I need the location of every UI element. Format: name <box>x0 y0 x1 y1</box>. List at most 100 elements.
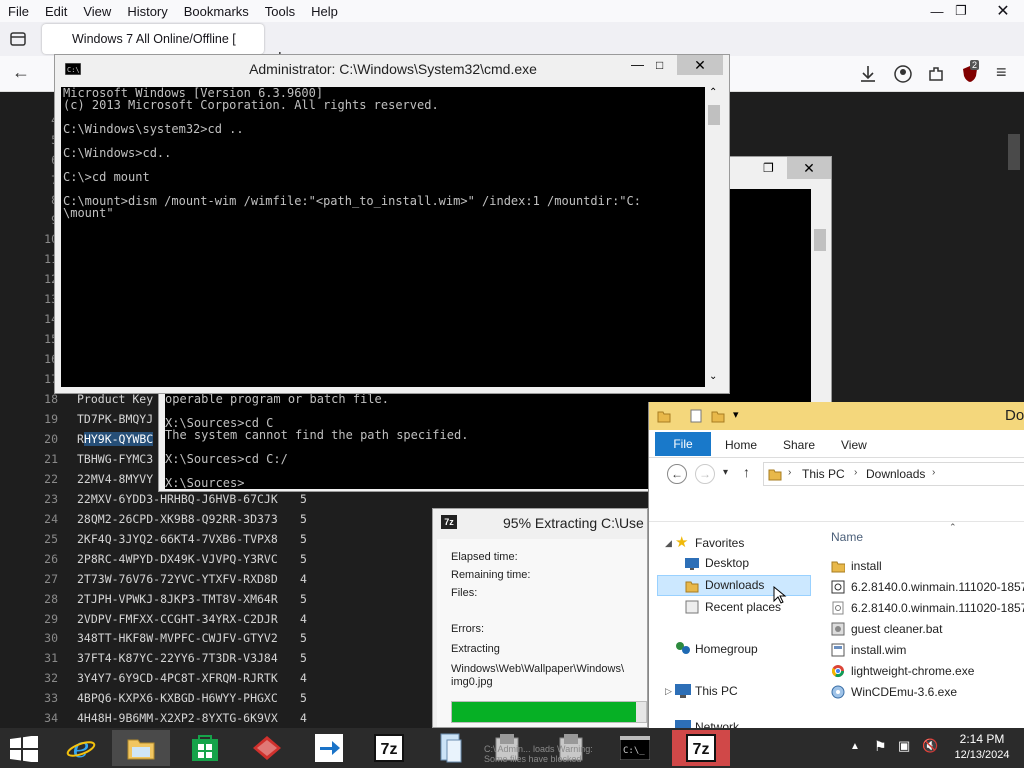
taskbar-cmd-group[interactable]: C:\ Admin... loads Warning: Some files h… <box>484 730 614 766</box>
console-scrollbar[interactable]: ⌃ ⌄ <box>705 87 723 387</box>
computer-icon <box>675 684 691 698</box>
nav-homegroup[interactable]: Homegroup <box>695 642 758 656</box>
console-scrollbar[interactable] <box>811 189 829 389</box>
extensions-icon[interactable] <box>926 64 946 84</box>
breadcrumb-downloads[interactable]: Downloads <box>866 467 925 481</box>
clock-time[interactable]: 2:14 PM <box>948 732 1016 746</box>
activation-count: 5 <box>300 511 307 526</box>
scroll-thumb[interactable] <box>814 229 826 251</box>
recent-locations-icon[interactable]: ▾ <box>723 467 728 478</box>
column-header-name[interactable]: Name <box>831 530 863 544</box>
product-key[interactable]: 37FT4-K87YC-22YY6-7T3DR-V3J84 <box>77 648 278 668</box>
back-arrow-icon[interactable]: ← <box>667 464 687 484</box>
back-arrow-icon[interactable]: ← <box>12 62 30 83</box>
taskbar-7zip-active[interactable]: 7z <box>672 730 730 766</box>
menu-help[interactable]: Help <box>303 4 346 19</box>
menu-edit[interactable]: Edit <box>37 4 75 19</box>
product-key[interactable]: 2KF4Q-3JYQ2-66KT4-7VXB6-TVPX8 <box>77 529 278 549</box>
close-icon[interactable]: ✕ <box>986 0 1020 22</box>
file-row[interactable]: lightweight-chrome.exe <box>829 661 1024 681</box>
ribbon-tab-view[interactable]: View <box>841 438 867 452</box>
file-row[interactable]: WinCDEmu-3.6.exe <box>829 682 1024 702</box>
file-name: lightweight-chrome.exe <box>851 664 975 678</box>
product-key[interactable]: RHY9K-QYWBC <box>77 429 154 449</box>
nav-desktop[interactable]: Desktop <box>705 556 749 570</box>
product-key[interactable]: TBHWG-FYMC3 <box>77 449 153 469</box>
file-row[interactable]: 6.2.8140.0.winmain.111020-1857_ <box>829 577 1024 597</box>
volume-muted-icon[interactable]: 🔇 <box>922 738 938 754</box>
ribbon-tab-share[interactable]: Share <box>783 438 815 452</box>
menu-view[interactable]: View <box>75 4 119 19</box>
product-key[interactable]: 3Y4Y7-6Y9CD-4PC8T-XFRQM-RJRTK <box>77 668 278 688</box>
file-row[interactable]: 6.2.8140.0.winmain.111020-1857_ <box>829 598 1024 618</box>
product-key[interactable]: 22MV4-8MYVY <box>77 469 153 489</box>
address-bar[interactable]: › This PC › Downloads › <box>763 462 1024 486</box>
product-key[interactable]: 4BPQ6-KXPX6-KXBGD-H6WYY-PHGXC <box>77 688 278 708</box>
nav-network[interactable]: Network <box>695 720 739 728</box>
scroll-down-icon[interactable]: ⌄ <box>709 371 717 382</box>
activation-count: 5 <box>300 631 307 646</box>
ribbon-tab-file[interactable]: File <box>655 432 711 456</box>
downloads-icon[interactable] <box>858 64 878 84</box>
taskbar-notepad[interactable] <box>422 730 480 766</box>
list-all-tabs-icon[interactable] <box>9 30 27 48</box>
chevron-down-icon[interactable]: ▾ <box>733 408 739 421</box>
ribbon-tab-home[interactable]: Home <box>725 438 757 452</box>
expand-arrow-icon[interactable]: ◢ <box>665 538 672 549</box>
taskbar-app-blue[interactable] <box>300 730 358 766</box>
forward-arrow-icon[interactable]: → <box>695 464 715 484</box>
close-icon[interactable]: ✕ <box>677 55 723 75</box>
product-key[interactable]: 2VDPV-FMFXX-CCGHT-34YRX-C2DJR <box>77 609 278 629</box>
file-explorer-icon <box>127 739 155 760</box>
restore-icon[interactable]: ❐ <box>763 161 774 175</box>
scroll-up-icon[interactable]: ⌃ <box>709 87 717 98</box>
page-scrollbar[interactable] <box>1008 134 1020 170</box>
taskbar-cmd[interactable]: C:\_ <box>606 730 664 766</box>
new-folder-icon[interactable] <box>711 409 725 423</box>
up-arrow-icon[interactable]: ↑ <box>743 464 750 480</box>
product-key[interactable]: 2T73W-76V76-72YVC-YTXFV-RXD8D <box>77 569 278 589</box>
menu-history[interactable]: History <box>119 4 175 19</box>
menu-tools[interactable]: Tools <box>257 4 303 19</box>
properties-icon[interactable] <box>689 409 703 423</box>
file-row[interactable]: install <box>829 556 1024 576</box>
product-key[interactable]: 2TJPH-VPWKJ-8JKP3-TMT8V-XM64R <box>77 589 278 609</box>
sort-up-icon: ⌃ <box>949 522 957 532</box>
taskbar-ie[interactable]: e <box>52 730 110 766</box>
menu-file[interactable]: File <box>0 4 37 19</box>
menu-icon[interactable]: ≡ <box>996 62 1007 83</box>
nav-thispc[interactable]: This PC <box>695 684 738 698</box>
menu-bookmarks[interactable]: Bookmarks <box>176 4 257 19</box>
minimize-icon[interactable]: — <box>631 57 644 72</box>
start-button-icon[interactable] <box>10 736 38 762</box>
taskbar: e 7z C:\ Admin... loads Warning: Some fi… <box>0 728 1024 768</box>
tab-active[interactable]: Windows 7 All Online/Offline [ <box>42 24 264 54</box>
taskbar-store[interactable] <box>176 730 234 766</box>
maximize-icon[interactable]: □ <box>656 58 663 72</box>
taskbar-7zip[interactable]: 7z <box>360 730 418 766</box>
restore-icon[interactable]: ❐ <box>944 0 978 22</box>
show-hidden-icons-icon[interactable]: ▲ <box>850 741 860 752</box>
scroll-thumb[interactable] <box>708 105 720 125</box>
product-key[interactable]: TD7PK-BMQYJ <box>77 409 153 429</box>
expand-arrow-icon[interactable]: ▷ <box>665 686 672 697</box>
file-row[interactable]: guest cleaner.bat <box>829 619 1024 639</box>
clock-date[interactable]: 12/13/2024 <box>948 749 1016 761</box>
close-icon[interactable]: ✕ <box>787 157 831 179</box>
product-key[interactable]: 2P8RC-4WPYD-DX49K-VJVPQ-Y3RVC <box>77 549 278 569</box>
nav-downloads-selected[interactable]: Downloads <box>657 575 811 596</box>
file-row[interactable]: install.wim <box>829 640 1024 660</box>
account-icon[interactable] <box>893 64 913 84</box>
product-key-part: R <box>77 431 84 446</box>
product-key[interactable]: 28QM2-26CPD-XK9B8-Q92RR-3D373 <box>77 509 278 529</box>
action-center-flag-icon[interactable]: ⚑ <box>874 738 887 755</box>
taskbar-app-red[interactable] <box>238 730 296 766</box>
taskbar-explorer[interactable] <box>112 730 170 766</box>
breadcrumb-thispc[interactable]: This PC <box>802 467 845 481</box>
product-key[interactable]: 4H48H-9B6MM-X2XP2-8YXTG-6K9VX <box>77 708 278 728</box>
svg-text:C:\_: C:\_ <box>623 746 645 756</box>
product-key[interactable]: 348TT-HKF8W-MVPFC-CWJFV-GTYV2 <box>77 628 278 648</box>
nav-recent-places[interactable]: Recent places <box>705 600 781 614</box>
network-status-icon[interactable]: ▣ <box>898 738 910 754</box>
nav-favorites[interactable]: Favorites <box>695 536 744 550</box>
